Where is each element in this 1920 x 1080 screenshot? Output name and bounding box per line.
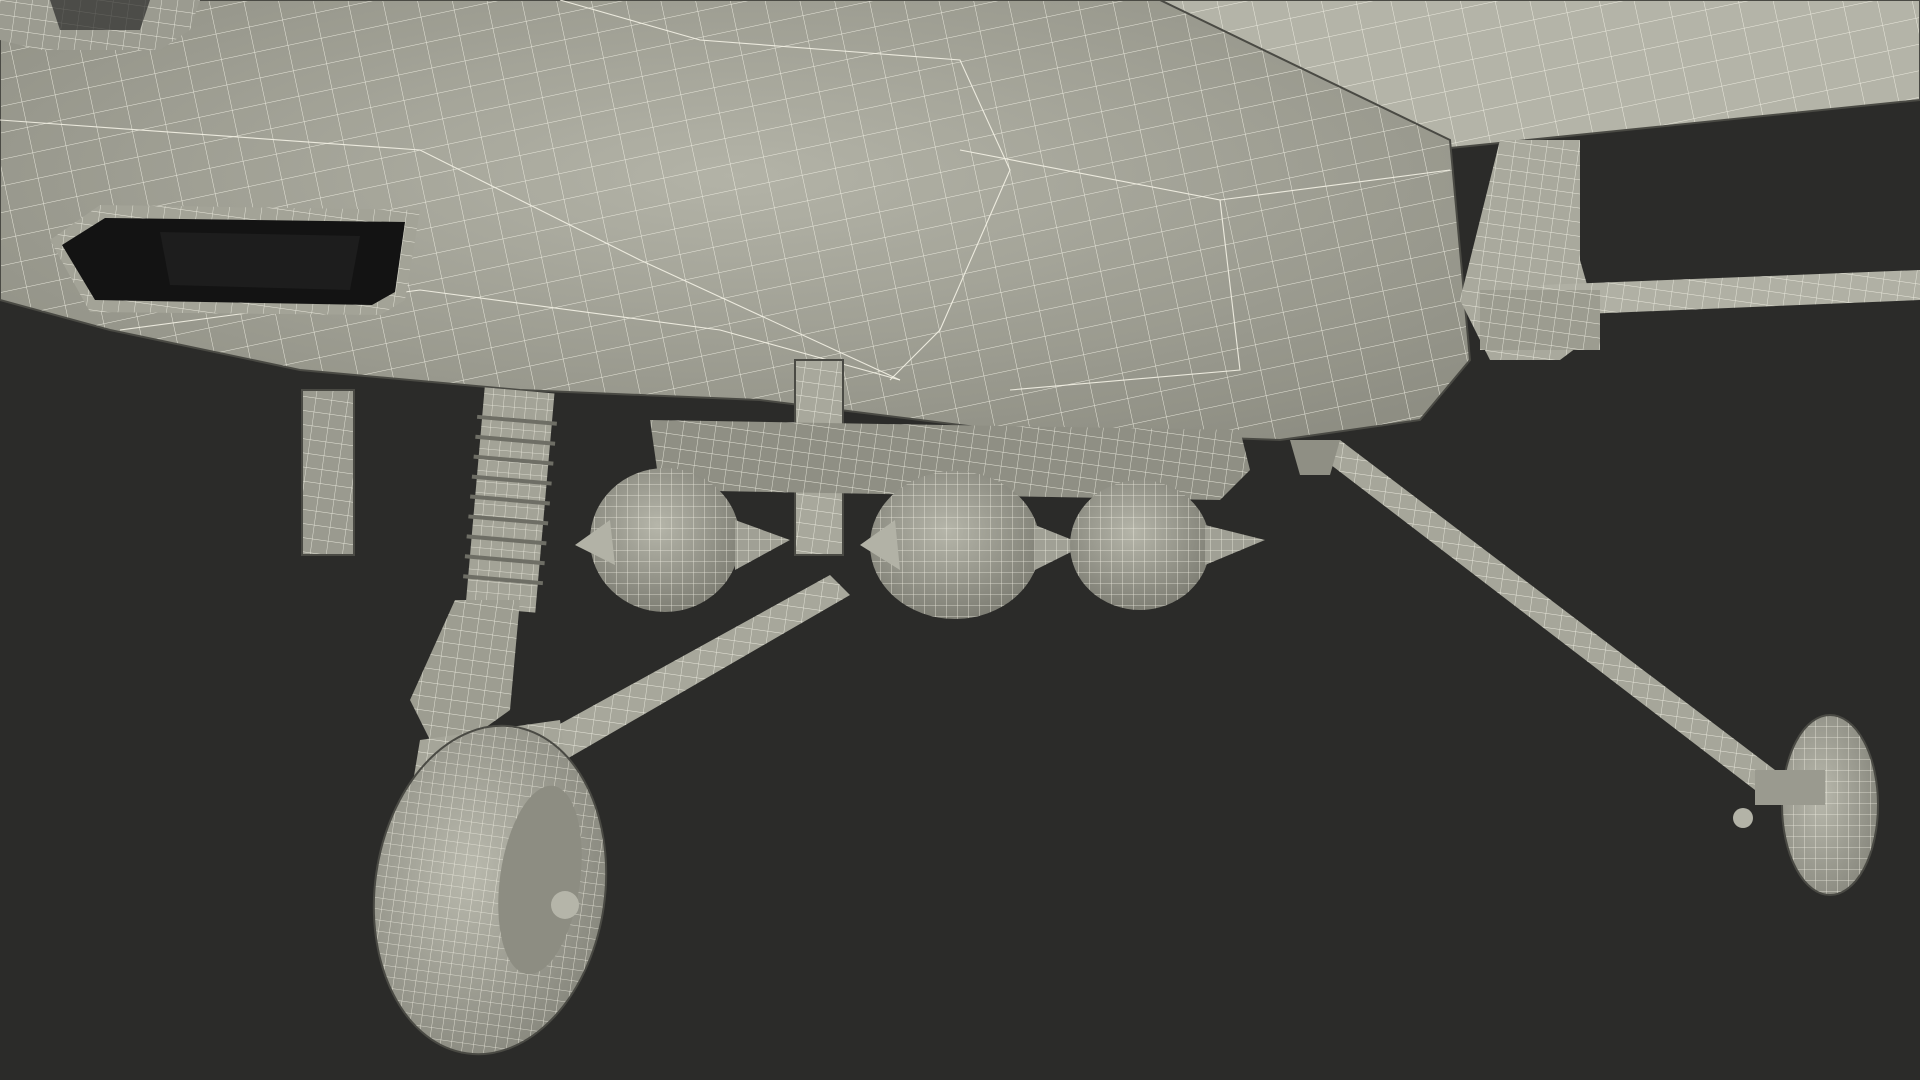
nose-wheel xyxy=(372,724,608,1056)
bomb-right xyxy=(1070,480,1265,610)
nose-gear-shock xyxy=(463,387,557,613)
render-viewport xyxy=(0,0,1920,1080)
main-wheel-right xyxy=(1733,714,1879,896)
engine-hub xyxy=(0,0,200,50)
air-intake xyxy=(50,205,420,315)
tail-boom xyxy=(1460,140,1920,360)
wireframe-render xyxy=(0,0,1920,1056)
main-gear-strut-right xyxy=(1290,440,1775,790)
antenna-post xyxy=(301,389,355,556)
